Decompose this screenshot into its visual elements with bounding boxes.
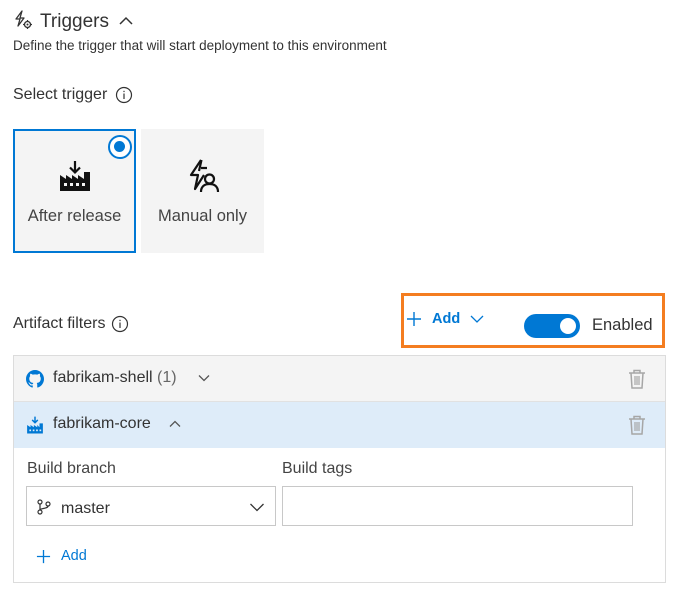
build-tags-input[interactable] — [282, 486, 633, 526]
section-title: Triggers — [40, 11, 109, 32]
enabled-toggle[interactable] — [524, 314, 580, 338]
add-branch-filter-button[interactable]: Add — [36, 548, 87, 564]
chevron-down-icon[interactable] — [197, 371, 211, 385]
info-icon[interactable] — [111, 315, 129, 333]
build-release-icon — [59, 161, 90, 191]
radio-dot — [114, 141, 125, 152]
add-label: Add — [61, 548, 87, 564]
artifact-filters-label: Artifact filters — [13, 314, 129, 334]
trash-icon[interactable] — [627, 414, 647, 436]
add-label: Add — [432, 311, 461, 327]
artifact-row-fabrikam-shell[interactable]: fabrikam-shell (1) — [14, 356, 665, 402]
build-icon — [27, 416, 43, 434]
select-trigger-label: Select trigger — [13, 85, 133, 105]
select-trigger-text: Select trigger — [13, 86, 108, 103]
triggers-icon — [15, 10, 32, 29]
build-tags-label: Build tags — [282, 460, 353, 477]
github-icon — [26, 370, 44, 388]
enabled-label: Enabled — [592, 316, 653, 334]
toggle-knob — [560, 318, 576, 334]
chevron-down-icon — [250, 503, 264, 512]
artifact-row-fabrikam-core[interactable]: fabrikam-core — [14, 402, 665, 448]
info-icon[interactable] — [115, 86, 133, 104]
radio-selected[interactable] — [108, 135, 132, 159]
section-description: Define the trigger that will start deplo… — [13, 38, 387, 53]
build-branch-label: Build branch — [27, 460, 116, 477]
artifact-name-text: fabrikam-shell — [53, 369, 153, 386]
build-branch-dropdown[interactable]: master — [26, 486, 276, 526]
trigger-option-manual-only[interactable]: Manual only — [141, 129, 264, 253]
artifact-name: fabrikam-shell (1) — [53, 369, 177, 387]
build-branch-value: master — [61, 500, 110, 517]
chevron-down-icon — [470, 315, 484, 323]
branch-icon — [37, 499, 51, 515]
artifact-filter-count: (1) — [157, 369, 177, 386]
manual-trigger-icon — [189, 159, 219, 193]
trigger-option-label: Manual only — [158, 207, 247, 225]
artifact-filters-text: Artifact filters — [13, 315, 106, 332]
plus-icon — [36, 549, 51, 563]
artifact-name: fabrikam-core — [53, 415, 151, 432]
trash-icon[interactable] — [627, 368, 647, 390]
add-artifact-filter-button[interactable]: Add — [406, 311, 485, 327]
trigger-option-after-release[interactable]: After release — [13, 129, 136, 253]
trigger-option-label: After release — [27, 207, 122, 225]
plus-icon — [407, 312, 421, 326]
chevron-up-icon[interactable] — [168, 417, 182, 431]
chevron-up-icon[interactable] — [117, 12, 135, 30]
